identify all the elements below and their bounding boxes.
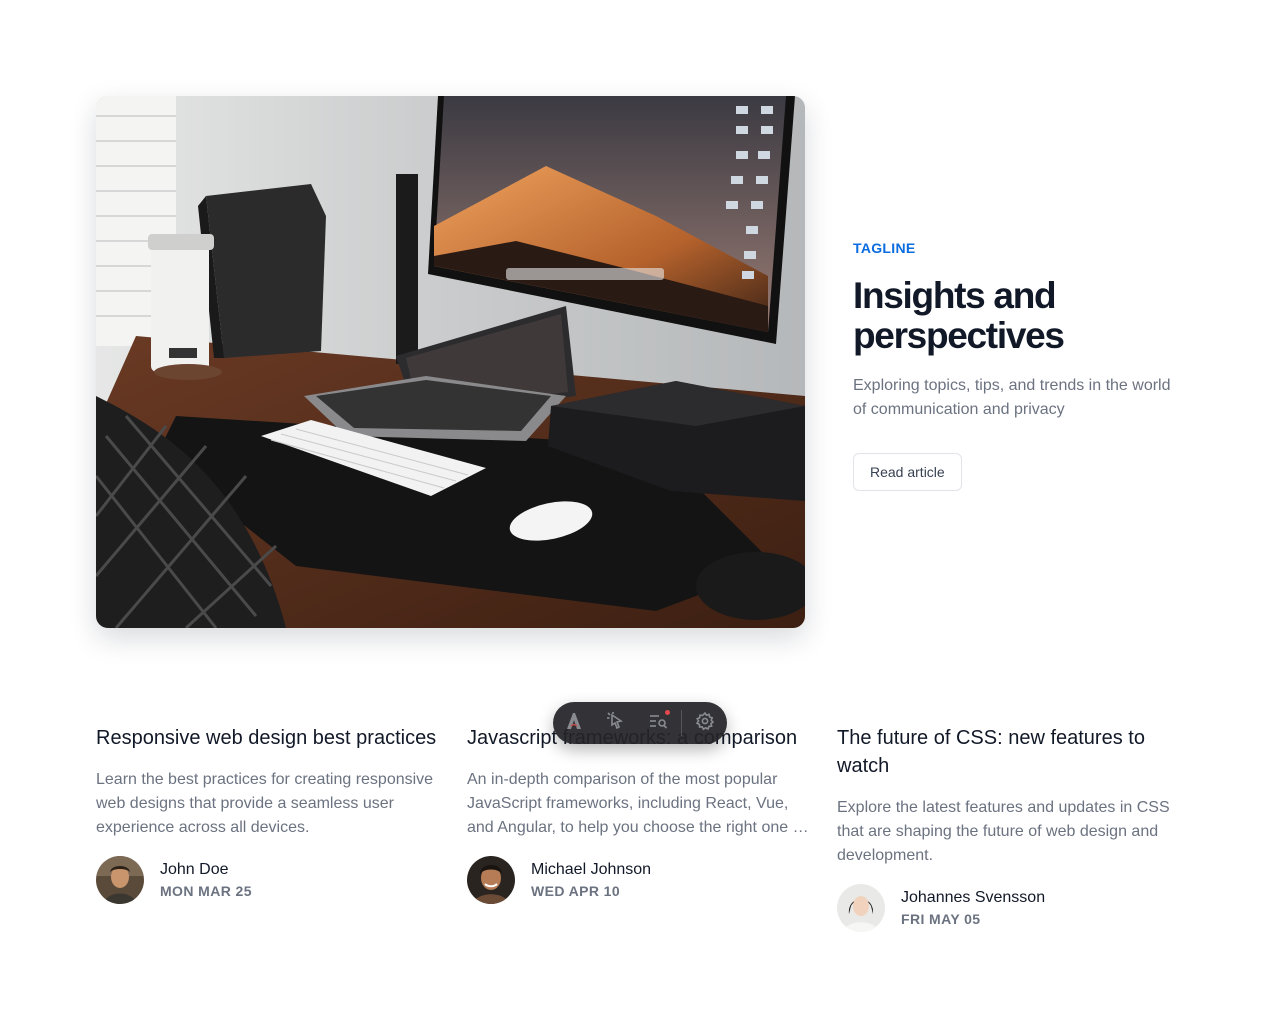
hero-image	[96, 96, 805, 628]
inspect-button[interactable]	[595, 702, 637, 744]
author-name: Michael Johnson	[531, 861, 652, 878]
notification-dot	[665, 710, 670, 715]
author-name: Johannes Svensson	[901, 889, 1046, 906]
hero-section: TAGLINE Insights and perspectives Explor…	[853, 238, 1193, 491]
article-card-3[interactable]: The future of CSS: new features to watch…	[837, 724, 1183, 932]
toolbar-divider	[681, 710, 682, 736]
avatar	[96, 856, 144, 904]
hero-title: Insights and perspectives	[853, 275, 1065, 356]
author: Johannes Svensson FRI MAY 05	[837, 884, 1183, 932]
article-card-1[interactable]: Responsive web design best practices Lea…	[96, 724, 442, 904]
dev-toolbar	[553, 702, 727, 744]
hero-description: Exploring topics, tips, and trends in th…	[853, 377, 1171, 418]
author: Michael Johnson WED APR 10	[467, 856, 813, 904]
article-card-2[interactable]: Javascript frameworks: a comparison An i…	[467, 724, 813, 904]
article-description: Learn the best practices for creating re…	[96, 771, 434, 836]
publish-date: FRI MAY 05	[901, 911, 981, 927]
publish-date: WED APR 10	[531, 883, 621, 899]
read-article-button[interactable]: Read article	[853, 453, 962, 491]
cursor-inspect-icon	[606, 711, 626, 736]
audit-button[interactable]	[637, 702, 679, 744]
tagline: TAGLINE	[853, 240, 916, 256]
article-description: Explore the latest features and updates …	[837, 799, 1170, 864]
author-name: John Doe	[160, 861, 229, 878]
author: John Doe MON MAR 25	[96, 856, 442, 904]
article-description: An in-depth comparison of the most popul…	[467, 771, 812, 836]
astro-logo-button[interactable]	[553, 702, 595, 744]
settings-button[interactable]	[684, 702, 726, 744]
article-title[interactable]: The future of CSS: new features to watch	[837, 724, 1183, 780]
article-title[interactable]: Responsive web design best practices	[96, 724, 442, 752]
publish-date: MON MAR 25	[160, 883, 252, 899]
settings-gear-icon	[695, 711, 715, 736]
avatar	[837, 884, 885, 932]
avatar	[467, 856, 515, 904]
astro-logo-icon	[564, 711, 584, 736]
